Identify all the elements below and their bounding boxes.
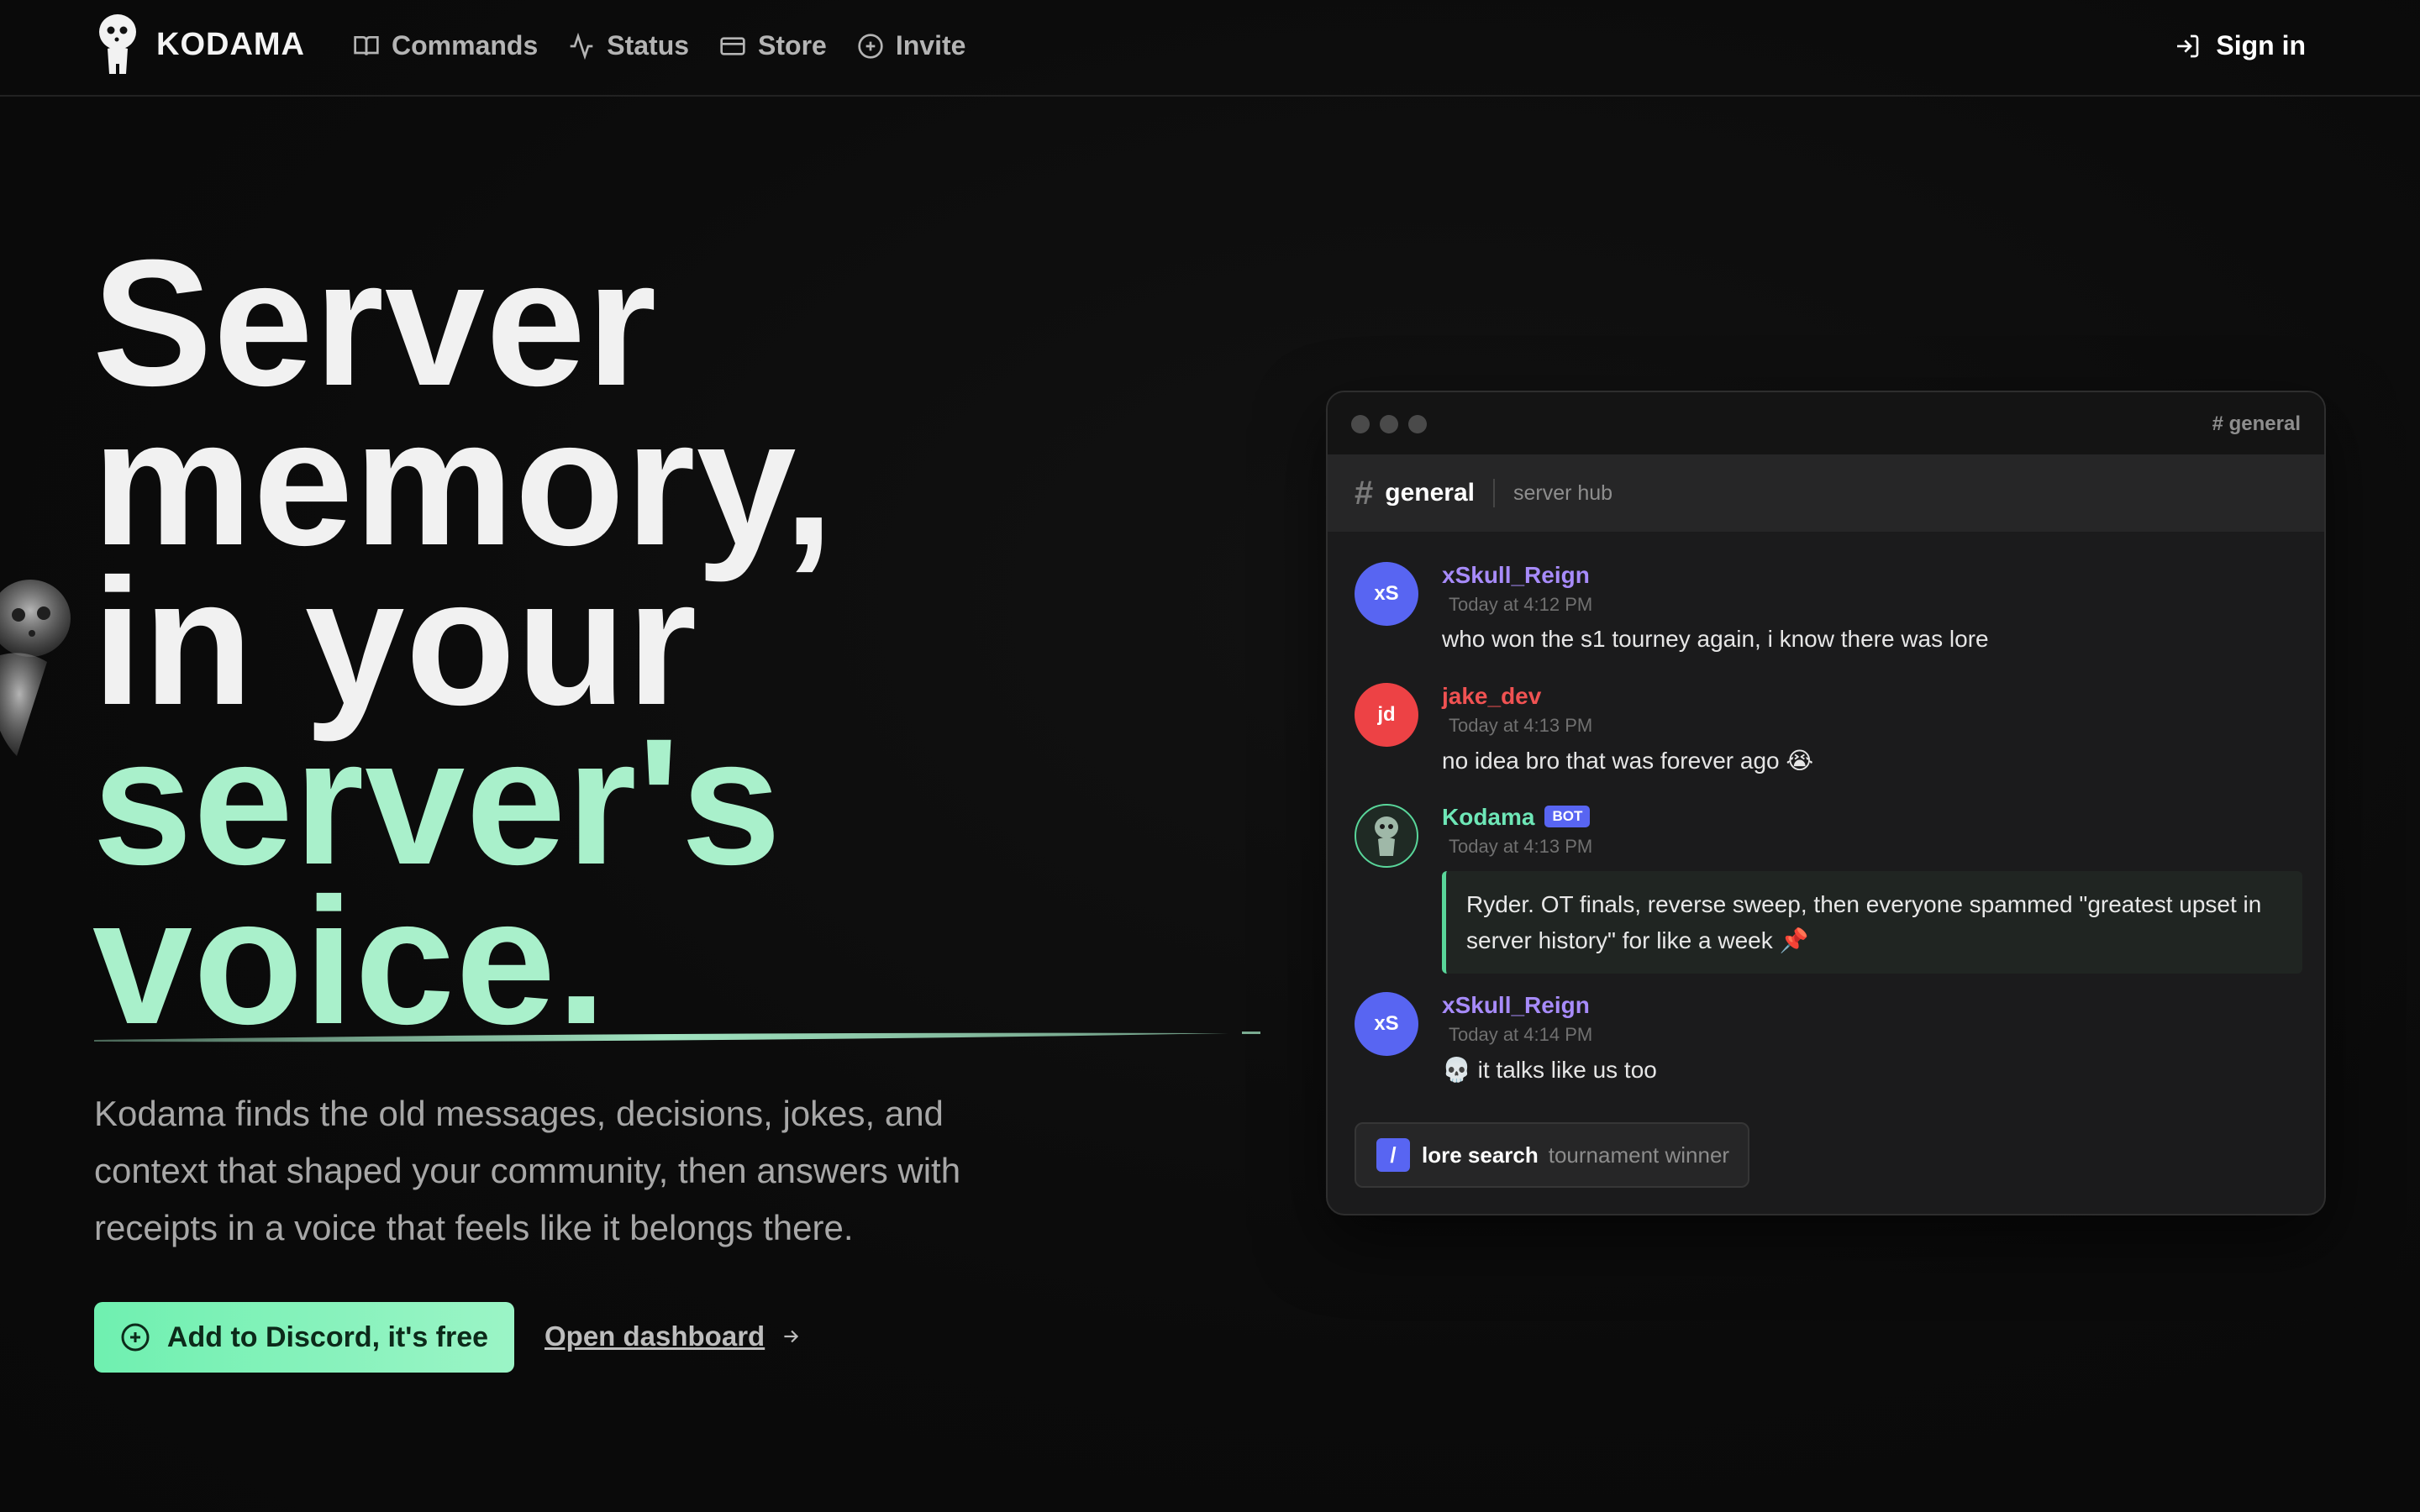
window-dot — [1408, 415, 1427, 433]
nav-link-label: Status — [607, 30, 690, 60]
sign-in-button[interactable]: Sign in — [2174, 30, 2306, 61]
message-text: who won the s1 tourney again, i know the… — [1442, 626, 1989, 652]
hero-title-line: Server — [92, 223, 658, 423]
slash-command-pill[interactable]: / lore search tournament winner — [1355, 1122, 1749, 1188]
channel-hash-icon: # — [1355, 474, 1374, 512]
landing-page: KODAMA Commands Status Store Invite Sign — [0, 0, 2420, 1512]
window-channel-tag: # general — [2212, 412, 2301, 435]
kodama-logo-icon — [99, 14, 136, 74]
activity-icon — [570, 32, 593, 60]
brand-name: KODAMA — [156, 26, 305, 62]
message-username: xSkull_Reign — [1442, 562, 1590, 588]
message-timestamp: Today at 4:14 PM — [1449, 1024, 1593, 1045]
message-text: no idea bro that was forever ago 😭 — [1442, 748, 1814, 774]
avatar: xS — [1355, 992, 1418, 1056]
bot-badge: BOT — [1544, 806, 1591, 827]
channel-divider — [1492, 479, 1495, 507]
log-in-icon — [2177, 34, 2199, 57]
nav-links: Commands Status Store Invite — [353, 30, 996, 61]
window-title-bar: # general — [1328, 392, 2324, 454]
plus-circle-icon — [858, 33, 883, 59]
add-to-discord-button[interactable]: Add to Discord, it's free — [94, 1302, 514, 1373]
hero-title-line: in your — [92, 542, 698, 743]
title-underline-swoosh — [94, 1032, 1260, 1042]
message-timestamp: Today at 4:13 PM — [1449, 836, 1593, 857]
open-dashboard-link[interactable]: Open dashboard — [544, 1320, 802, 1352]
avatar: xS — [1355, 562, 1418, 626]
add-to-discord-label: Add to Discord, it's free — [166, 1320, 489, 1353]
message-timestamp: Today at 4:12 PM — [1449, 594, 1593, 615]
channel-header: # general server hub — [1328, 454, 2324, 532]
message-username: jake_dev — [1442, 683, 1542, 709]
message-timestamp: Today at 4:13 PM — [1449, 715, 1593, 736]
book-icon — [354, 35, 379, 55]
window-dot — [1351, 415, 1370, 433]
kodama-avatar — [1355, 804, 1418, 868]
discord-preview-window: # general # general server hub xS xSkull… — [1326, 391, 2326, 1215]
message-text: 💀 it talks like us too — [1442, 1057, 1657, 1083]
channel-subtitle: server hub — [1512, 480, 1613, 505]
hero-title: Server memory, in your server's voice. — [92, 223, 835, 1062]
channel-name: general — [1385, 479, 1475, 507]
nav-link-label: Commands — [392, 30, 539, 60]
hero-title-line: memory, — [92, 382, 835, 583]
brand[interactable]: KODAMA — [94, 12, 305, 77]
avatar: jd — [1355, 683, 1418, 747]
plus-circle-icon — [121, 1323, 150, 1352]
slash-icon: / — [1376, 1138, 1410, 1172]
open-dashboard-label: Open dashboard — [544, 1320, 765, 1352]
nav-link-commands[interactable]: Commands — [353, 30, 538, 61]
message-username: xSkull_Reign — [1442, 992, 1590, 1018]
credit-card-icon — [720, 36, 745, 55]
nav-link-invite[interactable]: Invite — [857, 30, 966, 61]
nav-link-label: Store — [758, 30, 827, 60]
nav-link-store[interactable]: Store — [719, 30, 827, 61]
command-argument: tournament winner — [1548, 1142, 1730, 1168]
hero-title-line-accent: server's — [92, 701, 782, 902]
command-name: lore search — [1422, 1142, 1539, 1168]
arrow-right-icon — [784, 1330, 799, 1343]
kodama-spirit-icon — [0, 580, 71, 756]
hero-title-line-accent: voice. — [92, 861, 608, 1062]
window-dot — [1380, 415, 1398, 433]
hero-description: Kodama finds the old messages, decisions… — [94, 1094, 961, 1247]
top-nav: KODAMA Commands Status Store Invite Sign — [0, 0, 2420, 97]
bot-reply-quote: Ryder. OT finals, reverse sweep, then ev… — [1442, 871, 2302, 974]
kodama-icon — [1375, 816, 1398, 856]
nav-link-status[interactable]: Status — [568, 30, 689, 61]
nav-link-label: Invite — [895, 30, 966, 60]
message-username: Kodama — [1442, 804, 1535, 830]
sign-in-label: Sign in — [2216, 30, 2306, 60]
